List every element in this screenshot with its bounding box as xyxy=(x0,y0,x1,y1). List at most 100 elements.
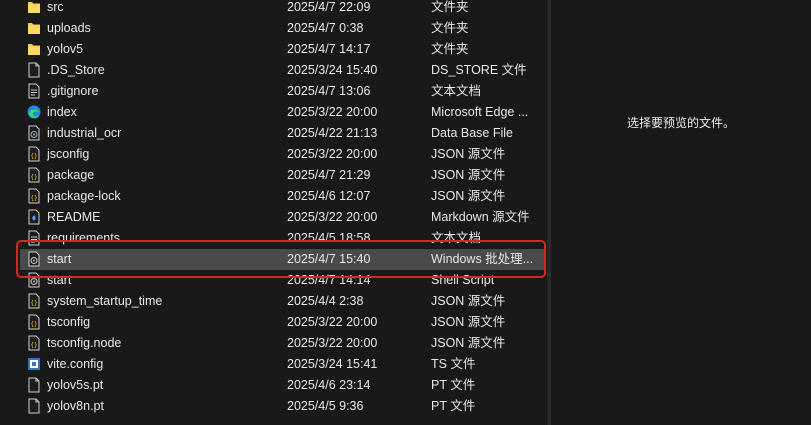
json-file-icon: {} xyxy=(27,335,41,351)
file-row[interactable]: vite.config 2025/3/24 15:41 TS 文件 xyxy=(20,354,545,375)
markdown-file-icon xyxy=(27,209,41,225)
file-name: uploads xyxy=(47,21,91,35)
file-date: 2025/3/24 15:40 xyxy=(287,63,378,77)
file-type: Microsoft Edge ... xyxy=(431,105,529,119)
file-date: 2025/3/22 20:00 xyxy=(287,105,378,119)
file-date: 2025/4/7 0:38 xyxy=(287,21,364,35)
file-type: 文本文档 xyxy=(431,231,482,245)
file-row[interactable]: {} package 2025/4/7 21:29 JSON 源文件 xyxy=(20,165,545,186)
file-name: package xyxy=(47,168,95,182)
batch-file-icon xyxy=(27,251,41,267)
file-date: 2025/4/7 15:40 xyxy=(287,252,371,266)
file-date: 2025/4/5 18:58 xyxy=(287,231,371,245)
folder-icon xyxy=(27,20,41,36)
svg-text:{}: {} xyxy=(30,174,37,181)
text-file-icon xyxy=(27,230,41,246)
file-row[interactable]: industrial_ocr 2025/4/22 21:13 Data Base F… xyxy=(20,123,545,144)
file-row[interactable]: yolov8n.pt 2025/4/5 9:36 PT 文件 xyxy=(20,396,545,417)
file-row[interactable]: {} tsconfig.node 2025/3/22 20:00 JSON 源文件 xyxy=(20,333,545,354)
file-name: requirements xyxy=(47,231,120,245)
file-row[interactable]: .DS_Store 2025/3/24 15:40 DS_STORE 文件 xyxy=(20,60,545,81)
file-name: vite.config xyxy=(47,357,104,371)
file-row[interactable]: yolov5s.pt 2025/4/6 23:14 PT 文件 xyxy=(20,375,545,396)
file-type: JSON 源文件 xyxy=(431,168,506,182)
file-name: start xyxy=(47,273,72,287)
file-icon xyxy=(27,398,41,414)
file-date: 2025/4/7 22:09 xyxy=(287,0,371,14)
svg-text:{}: {} xyxy=(30,195,37,202)
file-row[interactable]: .gitignore 2025/4/7 13:06 文本文档 xyxy=(20,81,545,102)
file-type: JSON 源文件 xyxy=(431,147,506,161)
json-file-icon: {} xyxy=(27,167,41,183)
file-date: 2025/3/22 20:00 xyxy=(287,336,378,350)
file-date: 2025/4/5 9:36 xyxy=(287,399,364,413)
file-date: 2025/3/22 20:00 xyxy=(287,315,378,329)
file-type: Windows 批处理... xyxy=(431,252,534,266)
json-file-icon: {} xyxy=(27,146,41,162)
shell-script-icon xyxy=(27,272,41,288)
file-date: 2025/4/7 21:29 xyxy=(287,168,371,182)
file-type: PT 文件 xyxy=(431,399,476,413)
file-row[interactable]: start 2025/4/7 14:14 Shell Script xyxy=(20,270,545,291)
json-file-icon: {} xyxy=(27,293,41,309)
typescript-file-icon xyxy=(27,356,41,372)
file-type: TS 文件 xyxy=(431,357,476,371)
file-type: 文本文档 xyxy=(431,84,482,98)
file-name: .gitignore xyxy=(47,84,99,98)
file-name: README xyxy=(47,210,101,224)
file-icon xyxy=(27,62,41,78)
file-type: 文件夹 xyxy=(431,0,469,14)
file-row[interactable]: {} package-lock 2025/4/6 12:07 JSON 源文件 xyxy=(20,186,545,207)
file-row[interactable]: requirements 2025/4/5 18:58 文本文档 xyxy=(20,228,545,249)
file-row[interactable]: start 2025/4/7 15:40 Windows 批处理... xyxy=(20,249,545,270)
file-date: 2025/3/24 15:41 xyxy=(287,357,378,371)
file-name: index xyxy=(47,105,77,119)
file-type: 文件夹 xyxy=(431,21,469,35)
file-date: 2025/4/7 14:14 xyxy=(287,273,371,287)
file-name: yolov5 xyxy=(47,42,84,56)
text-file-icon xyxy=(27,83,41,99)
file-type: 文件夹 xyxy=(431,42,469,56)
edge-icon xyxy=(27,104,41,120)
file-row[interactable]: {} tsconfig 2025/3/22 20:00 JSON 源文件 xyxy=(20,312,545,333)
file-type: JSON 源文件 xyxy=(431,315,506,329)
file-row[interactable]: uploads 2025/4/7 0:38 文件夹 xyxy=(20,18,545,39)
file-date: 2025/3/22 20:00 xyxy=(287,147,378,161)
file-type: JSON 源文件 xyxy=(431,189,506,203)
file-row[interactable]: {} system_startup_time 2025/4/4 2:38 JSON 源… xyxy=(20,291,545,312)
file-type: Data Base File xyxy=(431,126,513,140)
json-file-icon: {} xyxy=(27,188,41,204)
file-name: system_startup_time xyxy=(47,294,163,308)
folder-icon xyxy=(27,41,41,57)
file-date: 2025/4/4 2:38 xyxy=(287,294,364,308)
file-type: PT 文件 xyxy=(431,378,476,392)
folder-icon xyxy=(27,0,41,15)
file-name: yolov8n.pt xyxy=(47,399,104,413)
svg-text:{}: {} xyxy=(30,300,37,307)
file-type: DS_STORE 文件 xyxy=(431,63,527,77)
file-type: JSON 源文件 xyxy=(431,336,506,350)
svg-text:{}: {} xyxy=(30,153,37,160)
file-date: 2025/4/7 13:06 xyxy=(287,84,371,98)
file-row[interactable]: yolov5 2025/4/7 14:17 文件夹 xyxy=(20,39,545,60)
file-date: 2025/4/6 23:14 xyxy=(287,378,371,392)
file-name: package-lock xyxy=(47,189,121,203)
file-type: Shell Script xyxy=(431,273,495,287)
file-type: Markdown 源文件 xyxy=(431,210,530,224)
file-name: yolov5s.pt xyxy=(47,378,104,392)
svg-text:{}: {} xyxy=(30,321,37,328)
json-file-icon: {} xyxy=(27,314,41,330)
file-row[interactable]: src 2025/4/7 22:09 文件夹 xyxy=(20,0,545,18)
svg-text:{}: {} xyxy=(30,342,37,349)
file-list: src 2025/4/7 22:09 文件夹 uploads 2025/4/7 0:38… xyxy=(0,0,549,425)
file-name: .DS_Store xyxy=(47,63,105,77)
file-row[interactable]: index 2025/3/22 20:00 Microsoft Edge ... xyxy=(20,102,545,123)
file-row[interactable]: README 2025/3/22 20:00 Markdown 源文件 xyxy=(20,207,545,228)
file-name: src xyxy=(47,0,64,14)
file-name: tsconfig.node xyxy=(47,336,122,350)
file-date: 2025/4/6 12:07 xyxy=(287,189,371,203)
preview-message: 选择要预览的文件。 xyxy=(626,116,735,130)
file-row[interactable]: {} jsconfig 2025/3/22 20:00 JSON 源文件 xyxy=(20,144,545,165)
file-date: 2025/4/7 14:17 xyxy=(287,42,371,56)
file-date: 2025/3/22 20:00 xyxy=(287,210,378,224)
